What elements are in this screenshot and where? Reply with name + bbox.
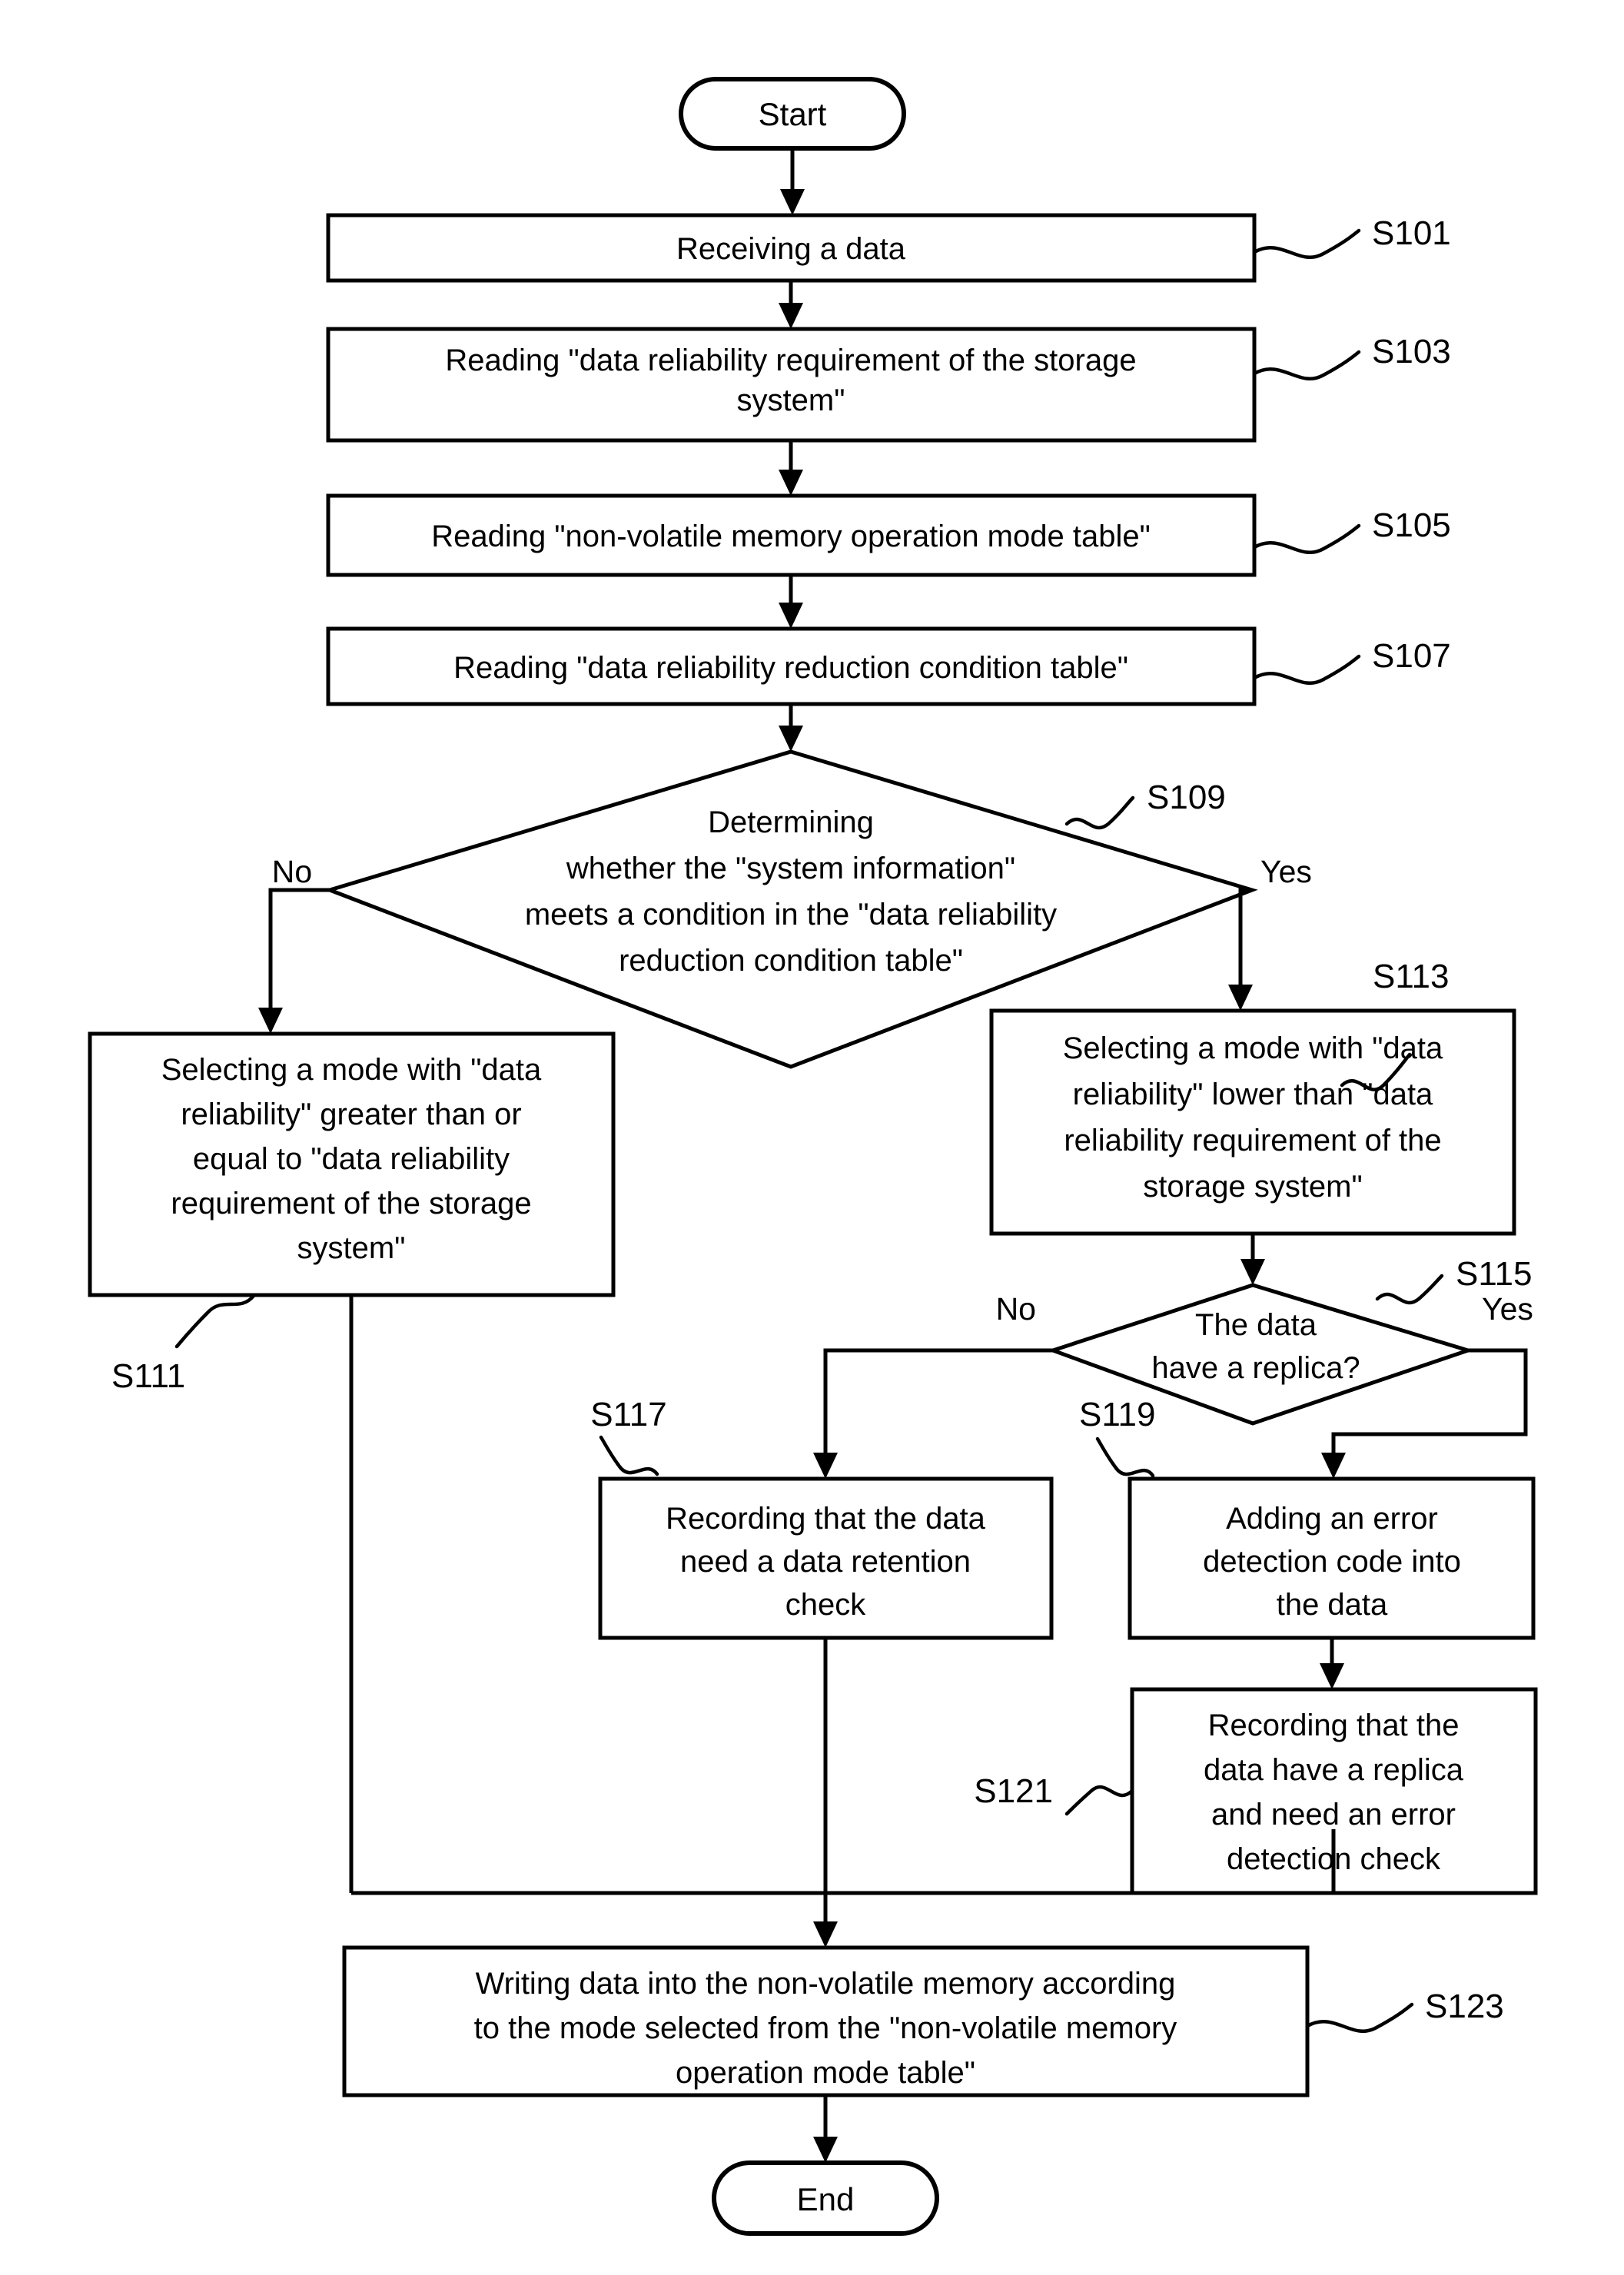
s123-step-label: S123 [1425, 1988, 1504, 2025]
s101-step-label: S101 [1372, 214, 1451, 252]
connector-s107-to-s109 [779, 704, 803, 752]
s119-step-label: S119 [1079, 1396, 1156, 1433]
s115-no-label: No [996, 1291, 1036, 1327]
node-s103: Reading "data reliability requirement of… [326, 327, 1257, 443]
s119-line-0: Adding an error [1226, 1502, 1438, 1536]
connector-start-to-s101 [780, 148, 805, 215]
s117-line-2: check [785, 1588, 866, 1622]
s109-yes-label: Yes [1260, 854, 1312, 889]
s119-line-2: the data [1277, 1588, 1388, 1622]
s123-line-2: operation mode table" [676, 2056, 975, 2090]
s121-line-1: data have a replica [1204, 1753, 1464, 1787]
leader-s111: S111 [111, 1294, 256, 1395]
s111-line-2: equal to "data reliability [193, 1142, 510, 1176]
s103-line-1: system" [737, 384, 845, 417]
node-s123: Writing data into the non-volatile memor… [342, 1945, 1310, 2097]
node-s111: Selecting a mode with "data reliability"… [88, 1031, 616, 1297]
connector-s109-yes-to-s113 [1228, 888, 1253, 1011]
s119-line-1: detection code into [1203, 1545, 1461, 1579]
s113-line-0: Selecting a mode with "data [1063, 1031, 1443, 1065]
s123-line-1: to the mode selected from the "non-volat… [474, 2011, 1177, 2045]
s109-line-2: meets a condition in the "data reliabili… [525, 898, 1057, 932]
s121-step-label: S121 [974, 1772, 1053, 1810]
connector-s115-no-to-s117 [813, 1348, 1053, 1479]
node-s105: Reading "non-volatile memory operation m… [326, 493, 1257, 577]
s115-line-0: The data [1195, 1308, 1317, 1342]
s105-line-0: Reading "non-volatile memory operation m… [431, 520, 1151, 553]
s115-yes-label: Yes [1482, 1291, 1533, 1327]
s113-line-2: reliability requirement of the [1064, 1124, 1441, 1157]
s111-line-1: reliability" greater than or [181, 1098, 521, 1131]
leader-s117: S117 [590, 1396, 667, 1476]
s105-step-label: S105 [1372, 506, 1451, 544]
node-s113: Selecting a mode with "data reliability"… [989, 1008, 1516, 1236]
connector-s109-no-to-s111 [258, 888, 330, 1034]
leader-s119: S119 [1079, 1396, 1156, 1478]
s109-line-3: reduction condition table" [619, 944, 963, 978]
s111-step-label: S111 [111, 1357, 185, 1395]
leader-s103: S103 [1252, 333, 1451, 380]
s113-step-label: S113 [1373, 958, 1450, 995]
s107-line-0: Reading "data reliability reduction cond… [453, 651, 1128, 685]
flowchart-canvas: Start Receiving a data S101 Reading "dat… [0, 0, 1624, 2275]
s113-line-1: reliability" lower than "data [1073, 1078, 1433, 1111]
end-label: End [797, 2181, 855, 2217]
s115-line-1: have a replica? [1151, 1351, 1360, 1385]
connector-s103-to-s105 [779, 440, 803, 496]
connector-s119-to-s121 [1320, 1638, 1344, 1689]
leader-s123: S123 [1305, 1988, 1504, 2033]
s117-line-1: need a data retention [680, 1545, 971, 1579]
connector-s101-to-s103 [779, 281, 803, 329]
s103-line-0: Reading "data reliability requirement of… [445, 344, 1136, 377]
s113-line-3: storage system" [1143, 1170, 1362, 1204]
connector-s105-to-s107 [779, 575, 803, 629]
s107-step-label: S107 [1372, 637, 1451, 675]
s109-step-label: S109 [1147, 779, 1226, 816]
start-label: Start [759, 96, 827, 132]
connector-s123-to-end [813, 2095, 838, 2163]
leader-s109: S109 [1064, 779, 1226, 830]
node-s107: Reading "data reliability reduction cond… [326, 626, 1257, 706]
flowchart-svg: Start Receiving a data S101 Reading "dat… [88, 77, 1538, 2236]
s109-line-0: Determining [708, 805, 874, 839]
s115-step-label: S115 [1456, 1255, 1533, 1293]
s111-line-0: Selecting a mode with "data [161, 1053, 542, 1087]
s123-line-0: Writing data into the non-volatile memor… [476, 1967, 1176, 2001]
connector-s113-to-s115 [1240, 1234, 1265, 1285]
node-s117: Recording that the data need a data rete… [598, 1476, 1054, 1640]
s111-line-3: requirement of the storage [171, 1187, 531, 1221]
s109-line-1: whether the "system information" [566, 852, 1015, 885]
s109-no-label: No [272, 854, 312, 889]
s101-line-0: Receiving a data [676, 232, 906, 266]
s121-line-0: Recording that the [1208, 1709, 1460, 1742]
node-s101: Receiving a data [326, 213, 1257, 283]
leader-s107: S107 [1252, 637, 1451, 685]
leader-s101: S101 [1252, 214, 1451, 259]
s117-line-0: Recording that the data [666, 1502, 986, 1536]
s111-line-4: system" [297, 1231, 406, 1265]
node-s119: Adding an error detection code into the … [1128, 1476, 1536, 1640]
s117-step-label: S117 [590, 1396, 667, 1433]
leader-s105: S105 [1252, 506, 1451, 554]
s121-line-2: and need an error [1211, 1798, 1456, 1832]
s103-step-label: S103 [1372, 333, 1451, 370]
leader-s121: S121 [974, 1772, 1134, 1816]
end-terminator: End [712, 2160, 939, 2236]
start-terminator: Start [679, 77, 906, 151]
